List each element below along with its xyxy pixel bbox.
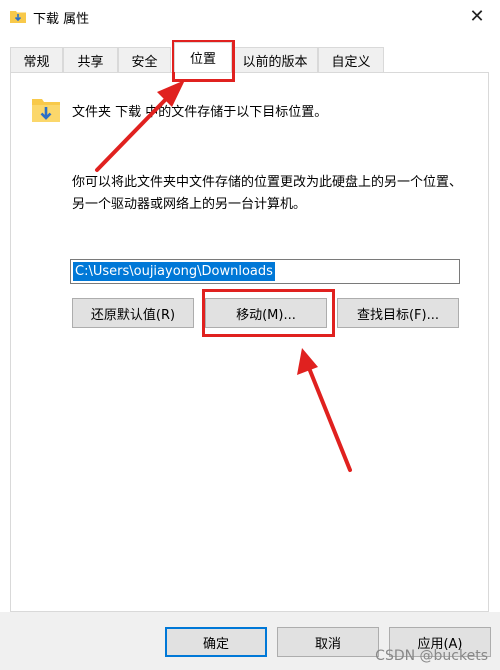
ok-button[interactable]: 确定 <box>165 627 267 657</box>
title-bar: 下载 属性 ✕ <box>0 0 500 32</box>
path-input[interactable]: C:\Users\oujiayong\Downloads <box>70 259 460 284</box>
move-button[interactable]: 移动(M)... <box>205 298 327 328</box>
tab-bar: 常规 共享 安全 位置 以前的版本 自定义 <box>10 42 490 73</box>
close-button[interactable]: ✕ <box>454 0 500 32</box>
tab-location[interactable]: 位置 <box>174 42 232 72</box>
watermark: CSDN @buckets <box>375 648 488 664</box>
folder-download-icon <box>10 11 26 23</box>
tab-general[interactable]: 常规 <box>10 47 63 72</box>
window-title: 下载 属性 <box>33 12 90 27</box>
restore-default-button[interactable]: 还原默认值(R) <box>72 298 194 328</box>
location-panel <box>10 72 489 612</box>
tab-sharing[interactable]: 共享 <box>63 47 118 72</box>
location-description: 文件夹 下载 中的文件存储于以下目标位置。 <box>72 105 328 120</box>
cancel-button[interactable]: 取消 <box>277 627 379 657</box>
location-info-text: 你可以将此文件夹中文件存储的位置更改为此硬盘上的另一个位置、另一个驱动器或网络上… <box>72 175 463 212</box>
tab-customize[interactable]: 自定义 <box>318 47 384 72</box>
folder-download-icon <box>32 99 60 122</box>
tab-previous-versions[interactable]: 以前的版本 <box>232 47 318 72</box>
find-target-button[interactable]: 查找目标(F)... <box>337 298 459 328</box>
tab-security[interactable]: 安全 <box>118 47 171 72</box>
path-value: C:\Users\oujiayong\Downloads <box>73 262 275 281</box>
